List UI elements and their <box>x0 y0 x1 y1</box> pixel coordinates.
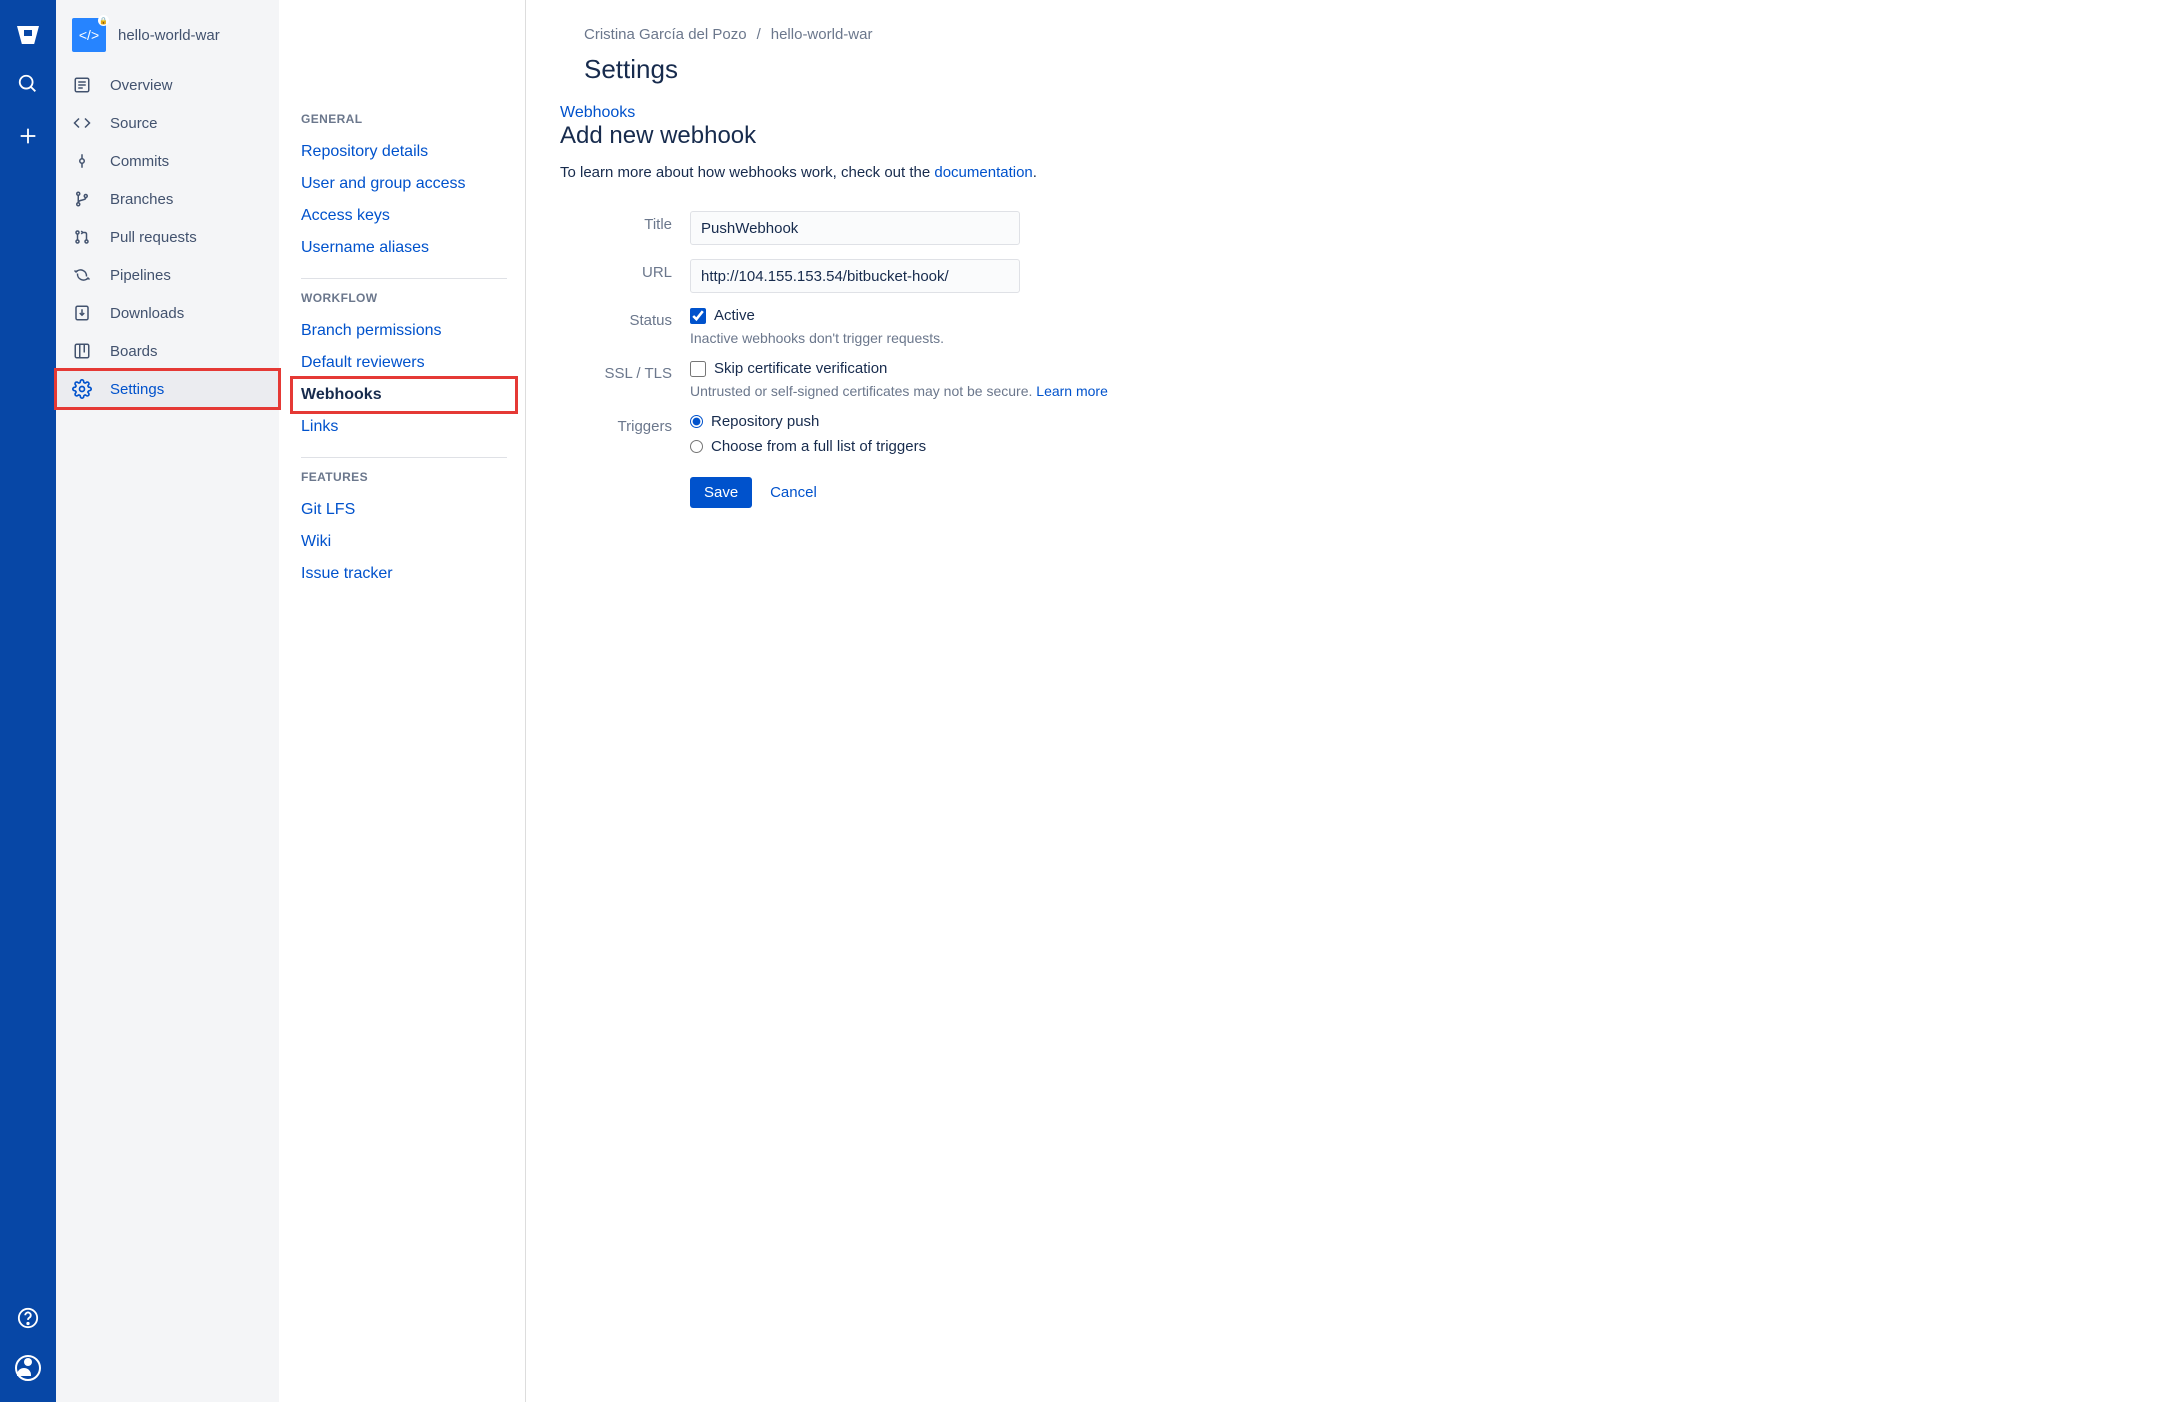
gear-icon <box>72 379 92 399</box>
title-label: Title <box>560 211 690 233</box>
profile-icon[interactable] <box>12 1352 44 1384</box>
form-heading: Add new webhook <box>560 122 2152 150</box>
url-label: URL <box>560 259 690 281</box>
sidebar-item-label: Pipelines <box>110 267 171 284</box>
settings-link-git-lfs[interactable]: Git LFS <box>301 494 507 526</box>
sidebar-item-settings[interactable]: Settings <box>56 370 279 408</box>
documentation-link[interactable]: documentation <box>934 164 1032 181</box>
sidebar-item-label: Pull requests <box>110 229 197 246</box>
lock-icon: 🔒 <box>98 15 109 26</box>
triggers-label: Triggers <box>560 413 690 435</box>
repo-header: </> 🔒 hello-world-war <box>56 18 279 66</box>
pullrequests-icon <box>72 227 92 247</box>
branches-icon <box>72 189 92 209</box>
sidebar-item-label: Settings <box>110 381 164 398</box>
help-icon[interactable] <box>12 1302 44 1334</box>
status-label: Status <box>560 307 690 329</box>
sidebar-item-source[interactable]: Source <box>56 104 279 142</box>
settings-link-wiki[interactable]: Wiki <box>301 526 507 558</box>
sidebar-item-label: Branches <box>110 191 173 208</box>
settings-link-access-keys[interactable]: Access keys <box>301 200 507 232</box>
settings-link-webhooks[interactable]: Webhooks <box>293 379 515 411</box>
repo-name: hello-world-war <box>118 27 220 44</box>
source-icon <box>72 113 92 133</box>
settings-link-repository-details[interactable]: Repository details <box>301 136 507 168</box>
settings-link-links[interactable]: Links <box>301 411 507 443</box>
downloads-icon <box>72 303 92 323</box>
status-checkbox[interactable] <box>690 308 706 324</box>
settings-subnav: General Repository details User and grou… <box>279 0 526 1402</box>
save-button[interactable]: Save <box>690 477 752 508</box>
settings-heading-general: General <box>301 112 507 126</box>
status-helper: Inactive webhooks don't trigger requests… <box>690 330 1190 346</box>
settings-link-default-reviewers[interactable]: Default reviewers <box>301 347 507 379</box>
settings-link-username-aliases[interactable]: Username aliases <box>301 232 507 264</box>
sidebar-item-pullrequests[interactable]: Pull requests <box>56 218 279 256</box>
cancel-button[interactable]: Cancel <box>770 484 817 501</box>
commits-icon <box>72 151 92 171</box>
title-input[interactable] <box>690 211 1020 245</box>
sidebar-item-label: Overview <box>110 77 173 94</box>
ssl-learn-more-link[interactable]: Learn more <box>1036 383 1108 399</box>
ssl-label: SSL / TLS <box>560 360 690 382</box>
trigger-push-radio[interactable] <box>690 415 703 428</box>
ssl-helper: Untrusted or self-signed certificates ma… <box>690 383 1190 399</box>
settings-heading-workflow: Workflow <box>301 291 507 305</box>
main-content: Webhooks Add new webhook To learn more a… <box>526 0 2180 1402</box>
sidebar-item-boards[interactable]: Boards <box>56 332 279 370</box>
settings-heading-features: Features <box>301 470 507 484</box>
repo-sidebar: </> 🔒 hello-world-war Overview Source Co… <box>56 0 279 1402</box>
ssl-checkbox[interactable] <box>690 361 706 377</box>
sidebar-item-label: Commits <box>110 153 169 170</box>
url-input[interactable] <box>690 259 1020 293</box>
product-logo-icon[interactable] <box>12 16 44 48</box>
settings-link-user-group-access[interactable]: User and group access <box>301 168 507 200</box>
boards-icon <box>72 341 92 361</box>
sidebar-item-label: Boards <box>110 343 158 360</box>
pipelines-icon <box>72 265 92 285</box>
global-rail <box>0 0 56 1402</box>
ssl-value: Skip certificate verification <box>714 360 887 377</box>
sidebar-item-label: Source <box>110 115 158 132</box>
section-link-webhooks[interactable]: Webhooks <box>560 104 635 121</box>
status-value: Active <box>714 307 755 324</box>
sidebar-item-commits[interactable]: Commits <box>56 142 279 180</box>
search-icon[interactable] <box>12 68 44 100</box>
sidebar-item-pipelines[interactable]: Pipelines <box>56 256 279 294</box>
sidebar-item-downloads[interactable]: Downloads <box>56 294 279 332</box>
settings-link-issue-tracker[interactable]: Issue tracker <box>301 558 507 590</box>
trigger-push-label: Repository push <box>711 413 819 430</box>
trigger-full-radio[interactable] <box>690 440 703 453</box>
create-icon[interactable] <box>12 120 44 152</box>
repo-avatar: </> 🔒 <box>72 18 106 52</box>
overview-icon <box>72 75 92 95</box>
sidebar-item-branches[interactable]: Branches <box>56 180 279 218</box>
trigger-full-label: Choose from a full list of triggers <box>711 438 926 455</box>
settings-link-branch-permissions[interactable]: Branch permissions <box>301 315 507 347</box>
sidebar-item-label: Downloads <box>110 305 184 322</box>
sidebar-item-overview[interactable]: Overview <box>56 66 279 104</box>
form-lead: To learn more about how webhooks work, c… <box>560 164 2152 181</box>
